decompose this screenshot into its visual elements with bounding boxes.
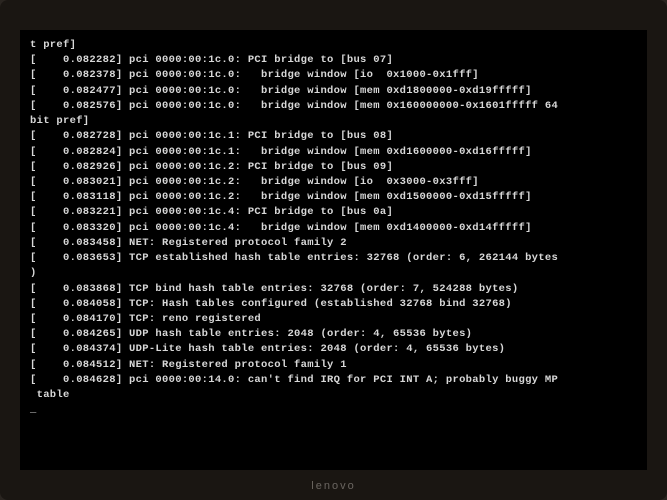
log-line: [ 0.084512] NET: Registered protocol fam… <box>30 358 637 373</box>
log-line: [ 0.083653] TCP established hash table e… <box>30 251 637 266</box>
log-line: table <box>30 388 637 403</box>
log-line: [ 0.083221] pci 0000:00:1c.4: PCI bridge… <box>30 205 637 220</box>
log-line: [ 0.083021] pci 0000:00:1c.2: bridge win… <box>30 175 637 190</box>
log-line: [ 0.084265] UDP hash table entries: 2048… <box>30 327 637 342</box>
log-line: _ <box>30 403 637 418</box>
log-line: bit pref] <box>30 114 637 129</box>
log-line: [ 0.083118] pci 0000:00:1c.2: bridge win… <box>30 190 637 205</box>
log-line: [ 0.083458] NET: Registered protocol fam… <box>30 236 637 251</box>
log-line: t pref] <box>30 38 637 53</box>
log-line: [ 0.082477] pci 0000:00:1c.0: bridge win… <box>30 84 637 99</box>
boot-screen: t pref][ 0.082282] pci 0000:00:1c.0: PCI… <box>20 30 647 470</box>
kernel-log-output: t pref][ 0.082282] pci 0000:00:1c.0: PCI… <box>30 38 637 418</box>
log-line: ) <box>30 266 637 281</box>
log-line: [ 0.082378] pci 0000:00:1c.0: bridge win… <box>30 68 637 83</box>
log-line: [ 0.084628] pci 0000:00:14.0: can't find… <box>30 373 637 388</box>
laptop-frame: t pref][ 0.082282] pci 0000:00:1c.0: PCI… <box>0 0 667 500</box>
log-line: [ 0.083320] pci 0000:00:1c.4: bridge win… <box>30 221 637 236</box>
log-line: [ 0.084374] UDP-Lite hash table entries:… <box>30 342 637 357</box>
log-line: [ 0.082576] pci 0000:00:1c.0: bridge win… <box>30 99 637 114</box>
log-line: [ 0.082728] pci 0000:00:1c.1: PCI bridge… <box>30 129 637 144</box>
laptop-brand-label: lenovo <box>311 480 355 492</box>
log-line: [ 0.084170] TCP: reno registered <box>30 312 637 327</box>
log-line: [ 0.084058] TCP: Hash tables configured … <box>30 297 637 312</box>
log-line: [ 0.082926] pci 0000:00:1c.2: PCI bridge… <box>30 160 637 175</box>
log-line: [ 0.082282] pci 0000:00:1c.0: PCI bridge… <box>30 53 637 68</box>
log-line: [ 0.082824] pci 0000:00:1c.1: bridge win… <box>30 145 637 160</box>
log-line: [ 0.083868] TCP bind hash table entries:… <box>30 282 637 297</box>
